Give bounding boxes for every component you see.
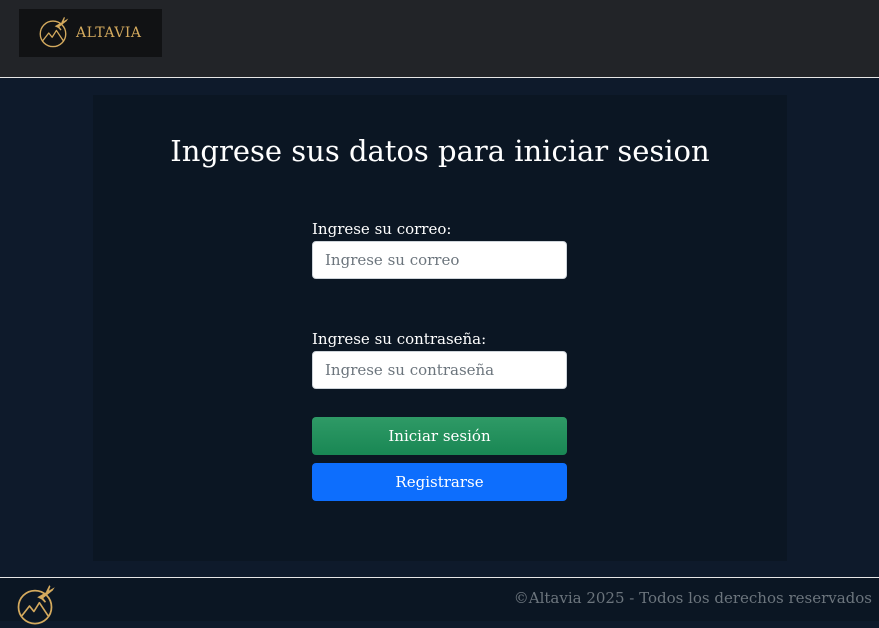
brand-name: ALTAVIA <box>76 25 142 41</box>
password-input[interactable] <box>312 351 567 389</box>
footer: ©Altavia 2025 - Todos los derechos reser… <box>0 577 879 625</box>
password-label: Ingrese su contraseña: <box>312 330 487 348</box>
login-button[interactable]: Iniciar sesión <box>312 417 567 455</box>
plane-mountain-logo-icon <box>17 585 55 625</box>
email-label: Ingrese su correo: <box>312 220 452 238</box>
plane-mountain-logo-icon <box>39 16 69 48</box>
page-title: Ingrese sus datos para iniciar sesion <box>170 134 710 168</box>
header: ALTAVIA <box>0 0 879 78</box>
email-input[interactable] <box>312 241 567 279</box>
main-content: Ingrese sus datos para iniciar sesion In… <box>0 79 879 577</box>
brand-logo[interactable]: ALTAVIA <box>19 9 162 57</box>
register-button[interactable]: Registrarse <box>312 463 567 501</box>
login-card: Ingrese sus datos para iniciar sesion In… <box>93 95 787 561</box>
copyright-text: ©Altavia 2025 - Todos los derechos reser… <box>513 589 872 607</box>
